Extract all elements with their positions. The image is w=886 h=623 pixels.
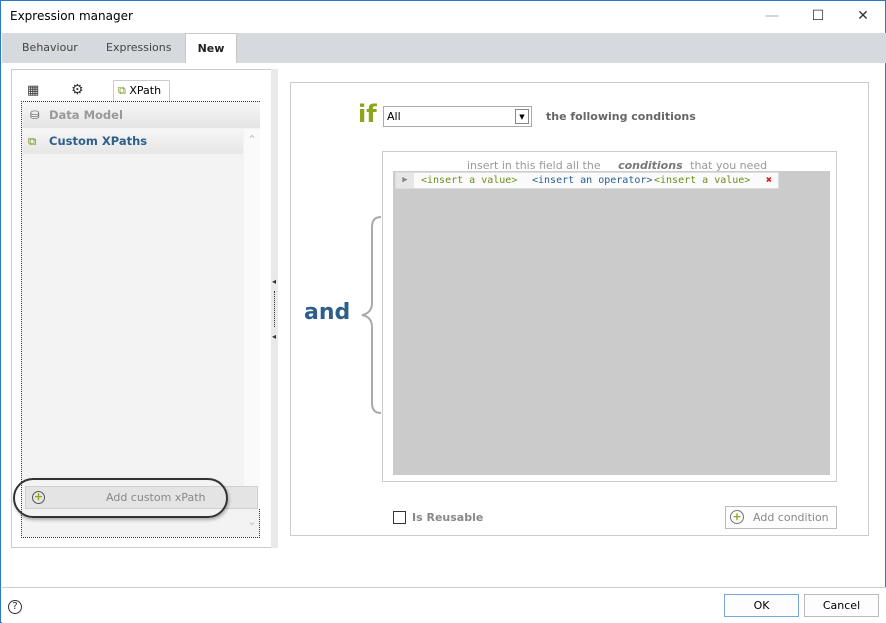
expression-manager-window: Expression manager — ☐ ✕ Behaviour Expre… [0,0,886,623]
plus-icon: + [730,510,744,524]
window-title: Expression manager [10,9,133,23]
is-reusable-checkbox[interactable] [393,511,406,524]
condition-left-value[interactable]: <insert a value> [421,173,517,188]
brace-icon [361,216,382,414]
gear-icon[interactable]: ⚙ [71,82,84,98]
maximize-button[interactable]: ☐ [795,1,841,32]
add-condition-button[interactable]: + Add condition [725,506,837,529]
ok-button[interactable]: OK [724,594,799,617]
tab-new[interactable]: New [185,33,237,63]
match-select-value: All [387,110,401,123]
tab-behaviour[interactable]: Behaviour [4,33,96,63]
xpath-icon: ⧉ [118,84,126,97]
condition-operator[interactable]: <insert an operator> [532,173,652,188]
xpath-list: ⛁ Data Model ⧉ Custom XPaths ⌃ ⌄ + Add c… [21,101,260,538]
item-label: Custom XPaths [49,134,148,148]
database-icon: ⛁ [30,108,40,122]
tab-bar: Behaviour Expressions New [2,33,886,63]
if-label: if [358,100,377,128]
following-conditions-label: the following conditions [546,110,696,123]
scroll-down-icon[interactable]: ⌄ [244,515,260,528]
xpath-tab-label: XPath [129,84,162,97]
splitter-grip [274,291,275,327]
close-button[interactable]: ✕ [840,1,886,32]
row-expand-icon[interactable]: ▶ [396,173,414,188]
table-icon[interactable]: ▦ [27,83,39,98]
condition-right-value[interactable]: <insert a value> [654,173,750,188]
scroll-up-icon[interactable]: ⌃ [244,133,260,146]
add-condition-label: Add condition [753,511,829,524]
collapse-arrow-icon[interactable]: ◂ [272,332,276,341]
help-icon[interactable]: ? [8,600,22,614]
item-label: Data Model [49,108,123,122]
collapse-arrow-icon[interactable]: ◂ [272,277,276,286]
list-item-custom-xpaths[interactable]: ⧉ Custom XPaths [23,129,243,154]
condition-row: ▶ <insert a value> <insert an operator> … [395,172,779,189]
list-item-data-model[interactable]: ⛁ Data Model [23,103,260,128]
is-reusable-label: Is Reusable [412,511,484,524]
xpath-tab[interactable]: ⧉ XPath [113,80,170,101]
remove-condition-icon[interactable]: ✖ [766,173,772,188]
xpath-icon: ⧉ [28,134,37,148]
cancel-button[interactable]: Cancel [804,594,879,617]
highlight-oval [13,478,228,518]
minimize-button[interactable]: — [749,1,795,32]
chevron-down-icon[interactable]: ▼ [515,109,529,124]
conditions-area[interactable] [393,171,830,475]
match-select[interactable]: All ▼ [383,106,532,127]
panel-splitter[interactable]: ◂ ◂ [271,69,278,548]
tab-expressions[interactable]: Expressions [88,33,189,63]
and-label: and [304,300,351,325]
scrollbar[interactable]: ⌃ ⌄ [244,129,260,528]
footer: ? OK Cancel [2,587,886,623]
